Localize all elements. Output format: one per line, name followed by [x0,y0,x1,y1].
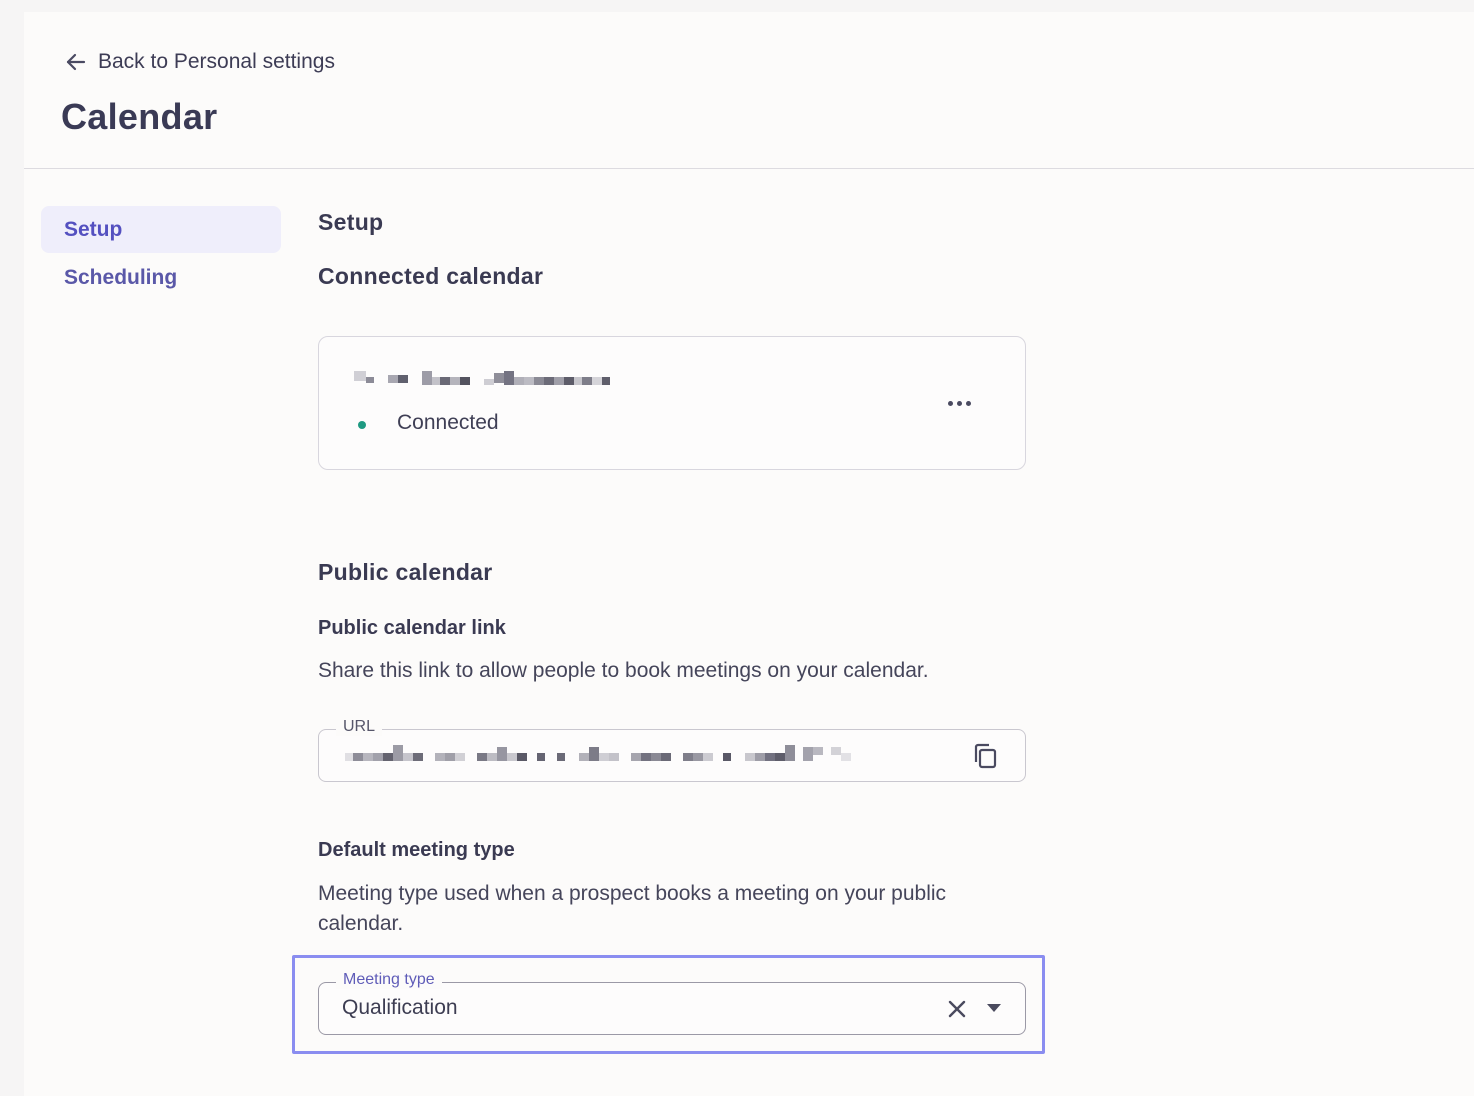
connected-calendar-heading: Connected calendar [318,263,544,289]
connected-status-dot [358,421,366,429]
settings-page: Back to Personal settings Calendar Setup… [24,12,1474,1096]
url-field-label: URL [336,718,383,736]
settings-sidebar: Setup Scheduling [41,206,281,301]
meeting-type-value: Qualification [342,996,458,1019]
sidebar-item-scheduling[interactable]: Scheduling [41,254,281,301]
meeting-type-select[interactable]: Meeting type Qualification [318,971,1026,1035]
default-meeting-type-label: Default meeting type [318,839,515,861]
more-options-button[interactable] [931,383,987,423]
page-title: Calendar [61,96,218,137]
url-field[interactable]: URL [318,718,1026,782]
sidebar-item-setup[interactable]: Setup [41,206,281,253]
more-dot-icon [947,400,953,406]
back-link[interactable]: Back to Personal settings [64,50,335,74]
more-dot-icon [965,400,971,406]
public-calendar-heading: Public calendar [318,559,493,585]
copy-icon[interactable] [970,741,1002,773]
back-link-label: Back to Personal settings [98,50,335,73]
redacted-calendar-account [354,371,610,385]
public-calendar-link-description: Share this link to allow people to book … [318,659,929,682]
meeting-type-label: Meeting type [336,971,442,989]
chevron-down-icon[interactable] [985,1001,1003,1015]
setup-heading: Setup [318,209,384,235]
arrow-left-icon [66,53,86,71]
redacted-url-value [345,745,851,761]
connected-calendar-card: Connected [318,336,1026,470]
page-header: Back to Personal settings Calendar [24,12,1474,169]
public-calendar-link-label: Public calendar link [318,617,506,639]
more-dot-icon [956,400,962,406]
close-icon[interactable] [945,997,969,1021]
connected-status-text: Connected [397,411,499,434]
default-meeting-type-description: Meeting type used when a prospect books … [318,882,947,935]
